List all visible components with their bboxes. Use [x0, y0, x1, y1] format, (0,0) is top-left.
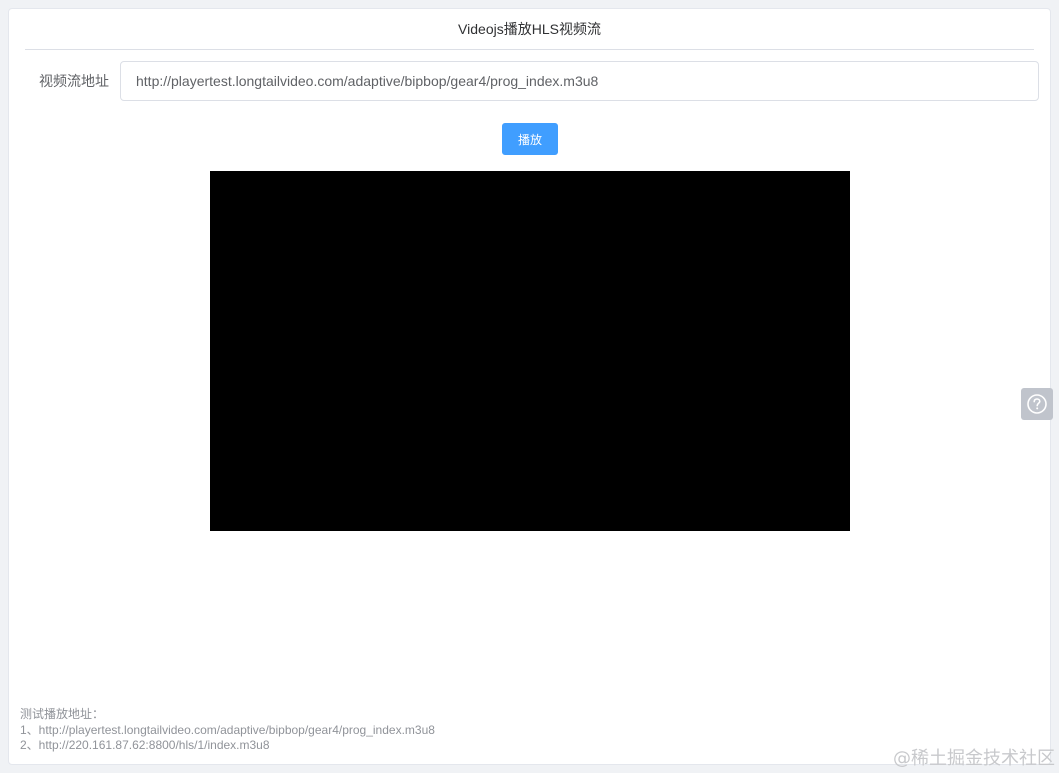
main-card: Videojs播放HLS视频流 视频流地址 播放 测试播放地址： 1、http:… — [8, 8, 1051, 765]
watermark: @稀土掘金技术社区 — [893, 748, 1055, 769]
notes-item-1: 1、http://playertest.longtailvideo.com/ad… — [20, 722, 435, 737]
url-form-row: 视频流地址 — [9, 61, 1050, 101]
question-circle-icon — [1027, 394, 1047, 414]
url-label: 视频流地址 — [39, 73, 109, 89]
play-button[interactable]: 播放 — [502, 123, 558, 155]
notes-heading: 测试播放地址： — [20, 707, 105, 721]
page-title: Videojs播放HLS视频流 — [25, 9, 1034, 50]
notes-item-2: 2、http://220.161.87.62:8800/hls/1/index.… — [20, 738, 270, 752]
video-player[interactable] — [210, 171, 850, 531]
test-urls-notes: 测试播放地址： 1、http://playertest.longtailvide… — [20, 707, 435, 754]
help-button[interactable] — [1021, 388, 1053, 420]
url-input[interactable] — [120, 61, 1039, 101]
